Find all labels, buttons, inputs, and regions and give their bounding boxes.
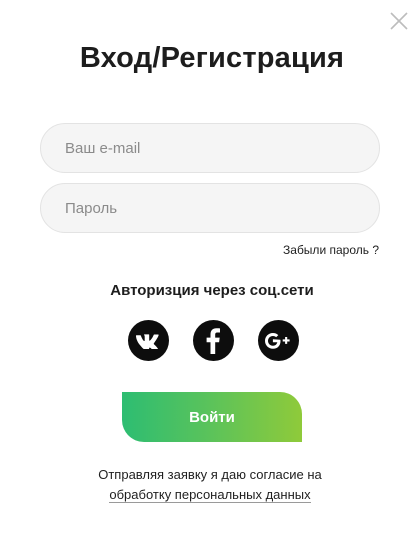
consent-line: Отправляя заявку я даю согласие на xyxy=(98,467,322,482)
facebook-button[interactable] xyxy=(192,320,234,361)
page-title: Вход/Регистрация xyxy=(79,42,345,74)
close-icon[interactable] xyxy=(388,10,410,32)
login-button[interactable]: Войти xyxy=(122,392,302,442)
consent-text: Отправляя заявку я даю согласие на обраб… xyxy=(0,465,420,505)
email-field[interactable] xyxy=(40,123,380,173)
privacy-policy-link[interactable]: обработку персональных данных xyxy=(109,487,311,503)
login-modal: Вход/Регистрация Забыли пароль ? Авториз… xyxy=(0,0,420,538)
social-auth-title: Авторизция через соц.сети xyxy=(110,282,314,299)
vk-button[interactable] xyxy=(127,320,169,361)
google-plus-button[interactable] xyxy=(257,320,299,361)
vk-icon xyxy=(135,333,159,349)
forgot-password-link[interactable]: Забыли пароль ? xyxy=(283,243,379,257)
social-buttons xyxy=(0,320,420,361)
password-field[interactable] xyxy=(40,183,380,233)
facebook-icon xyxy=(206,327,220,354)
google-plus-icon xyxy=(265,332,290,349)
